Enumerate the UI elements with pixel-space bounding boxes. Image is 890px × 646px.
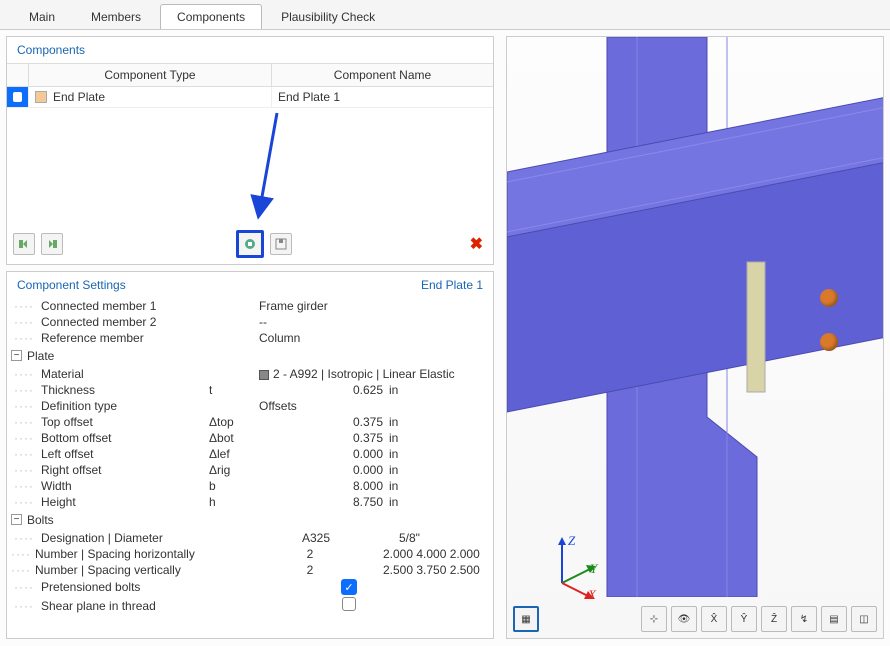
3d-viewport[interactable]: Z Y X ▦ ⊹ 👁 X̂ Ŷ Ẑ ↯ ▤ ◫: [506, 36, 884, 639]
move-right-button[interactable]: [41, 233, 63, 255]
val-top-off[interactable]: 0.375: [249, 415, 389, 429]
cell-type: End Plate: [53, 90, 105, 104]
val-material[interactable]: 2 - A992 | Isotropic | Linear Elastic: [249, 367, 455, 381]
prop-shearplane: Shear plane in thread: [41, 599, 209, 613]
cell-name: End Plate 1: [272, 87, 493, 107]
prop-num-horiz: Number | Spacing horizontally: [35, 547, 203, 561]
row-check-icon: [13, 92, 22, 102]
val-left-off[interactable]: 0.000: [249, 447, 389, 461]
prop-top-off: Top offset: [41, 415, 209, 429]
component-row[interactable]: End Plate End Plate 1: [7, 87, 493, 108]
prop-connected-2: Connected member 2: [41, 315, 209, 329]
view-layers-button[interactable]: ▤: [821, 606, 847, 632]
tab-main[interactable]: Main: [12, 4, 72, 29]
prop-designation: Designation | Diameter: [41, 531, 209, 545]
view-mode-button[interactable]: ▦: [513, 606, 539, 632]
val-desig-dia[interactable]: 5/8": [389, 531, 420, 545]
view-z-button[interactable]: Ẑ: [761, 606, 787, 632]
pretension-checkbox[interactable]: ✓: [341, 579, 357, 595]
val-nv-spacing[interactable]: 2.500 3.750 2.500: [383, 563, 493, 577]
view-axes-button[interactable]: ⊹: [641, 606, 667, 632]
view-cube-button[interactable]: ◫: [851, 606, 877, 632]
view-iso-button[interactable]: ↯: [791, 606, 817, 632]
col-component-type[interactable]: Component Type: [29, 64, 272, 86]
tab-components[interactable]: Components: [160, 4, 262, 29]
prop-left-off: Left offset: [41, 447, 209, 461]
component-settings-panel: Component Settings End Plate 1 Connected…: [6, 271, 494, 639]
val-reference[interactable]: Column: [249, 331, 300, 345]
callout-arrow: [242, 108, 292, 228]
val-thickness[interactable]: 0.625: [249, 383, 389, 397]
val-right-off[interactable]: 0.000: [249, 463, 389, 477]
view-eye-button[interactable]: 👁: [671, 606, 697, 632]
collapse-icon[interactable]: −: [11, 514, 22, 525]
prop-width: Width: [41, 479, 209, 493]
val-desig-grade[interactable]: A325: [249, 531, 389, 545]
group-plate[interactable]: −Plate: [7, 346, 493, 366]
move-left-button[interactable]: [13, 233, 35, 255]
library-button[interactable]: [236, 230, 264, 258]
delete-button[interactable]: ✖: [466, 234, 487, 254]
shearplane-checkbox[interactable]: [342, 597, 356, 611]
prop-connected-1: Connected member 1: [41, 299, 209, 313]
axis-z-label: Z: [568, 533, 575, 549]
prop-material: Material: [41, 367, 209, 381]
prop-reference: Reference member: [41, 331, 209, 345]
val-connected-2[interactable]: --: [249, 315, 267, 329]
bolt-icon: [820, 289, 838, 307]
tab-plausibility[interactable]: Plausibility Check: [264, 4, 392, 29]
view-x-button[interactable]: X̂: [701, 606, 727, 632]
prop-thickness: Thickness: [41, 383, 209, 397]
bolt-icon: [820, 333, 838, 351]
col-component-name[interactable]: Component Name: [272, 64, 493, 86]
prop-bot-off: Bottom offset: [41, 431, 209, 445]
val-height[interactable]: 8.750: [249, 495, 389, 509]
prop-pretension: Pretensioned bolts: [41, 580, 209, 594]
view-y-button[interactable]: Ŷ: [731, 606, 757, 632]
group-bolts[interactable]: −Bolts: [7, 510, 493, 530]
steel-connection-render: [507, 37, 884, 597]
settings-subtitle: End Plate 1: [421, 278, 483, 292]
save-library-button[interactable]: [270, 233, 292, 255]
val-nh-count[interactable]: 2: [243, 547, 383, 561]
val-deftype[interactable]: Offsets: [249, 399, 297, 413]
component-swatch: [35, 91, 47, 103]
settings-title: Component Settings: [17, 278, 126, 292]
axis-x-label: X: [588, 587, 596, 603]
collapse-icon[interactable]: −: [11, 350, 22, 361]
axis-y-label: Y: [590, 561, 597, 577]
val-nv-count[interactable]: 2: [243, 563, 383, 577]
tab-members[interactable]: Members: [74, 4, 158, 29]
components-panel: Components Component Type Component Name…: [6, 36, 494, 265]
prop-height: Height: [41, 495, 209, 509]
tab-bar: Main Members Components Plausibility Che…: [0, 0, 890, 30]
prop-right-off: Right offset: [41, 463, 209, 477]
prop-num-vert: Number | Spacing vertically: [35, 563, 203, 577]
val-connected-1[interactable]: Frame girder: [249, 299, 328, 313]
val-bot-off[interactable]: 0.375: [249, 431, 389, 445]
components-panel-title: Components: [7, 37, 493, 63]
val-width[interactable]: 8.000: [249, 479, 389, 493]
val-nh-spacing[interactable]: 2.000 4.000 2.000: [383, 547, 493, 561]
prop-deftype: Definition type: [41, 399, 209, 413]
